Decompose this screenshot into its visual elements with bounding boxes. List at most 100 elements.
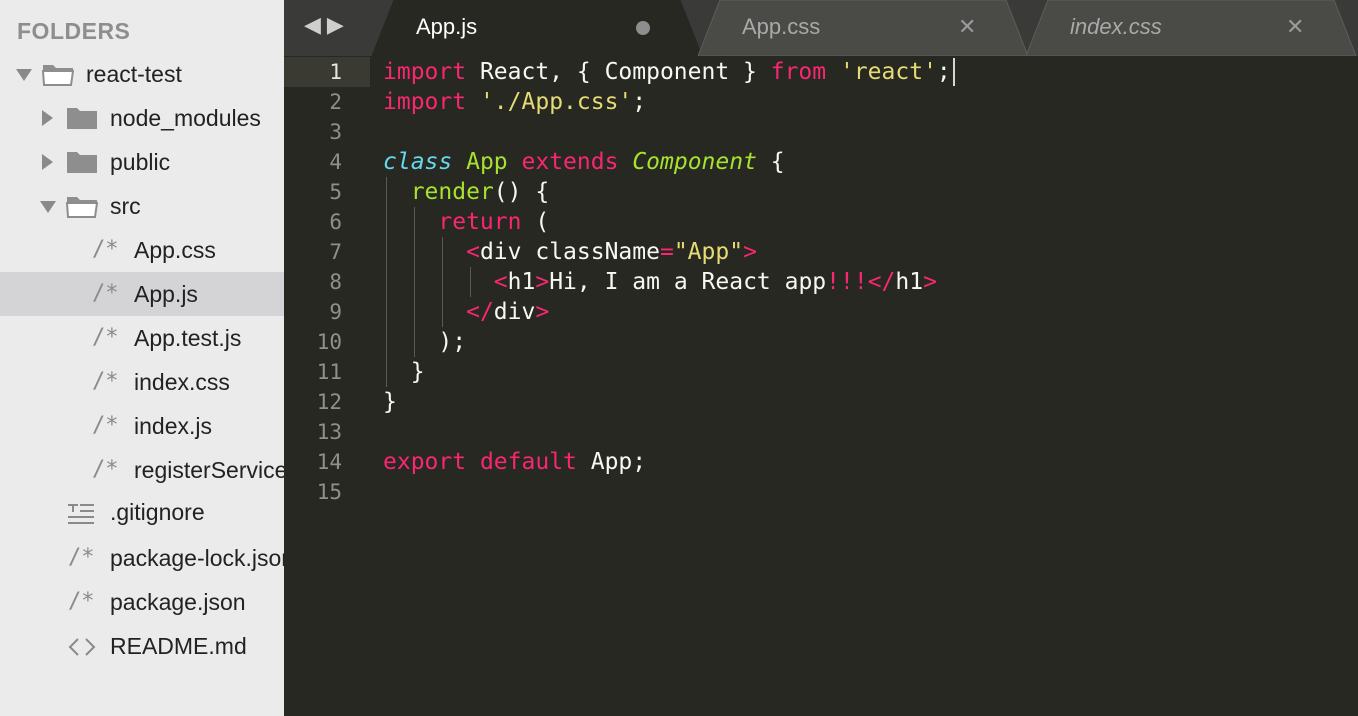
tree-item[interactable]: react-test bbox=[0, 52, 284, 96]
tree-item-label: public bbox=[110, 149, 171, 175]
tree-item-label: registerServiceWorker.js bbox=[134, 457, 284, 483]
code-token: h1 bbox=[895, 269, 924, 295]
code-token: Hi, I am a React app bbox=[549, 269, 827, 295]
code-token: default bbox=[479, 449, 577, 475]
tree-item[interactable]: .gitignore bbox=[0, 490, 284, 534]
tree-item[interactable]: /* App.js bbox=[0, 272, 284, 316]
code-file-icon: /* bbox=[92, 413, 119, 438]
tree-item-label: react-test bbox=[86, 61, 182, 87]
tree-item[interactable]: /* registerServiceWorker.js bbox=[0, 448, 284, 492]
code-token: </ bbox=[466, 299, 494, 325]
tree-item[interactable]: public bbox=[0, 140, 284, 184]
code-token: className bbox=[535, 239, 660, 265]
tab-app-js[interactable]: App.js bbox=[372, 0, 702, 56]
code-line: render() { bbox=[383, 177, 549, 207]
code-editor[interactable]: 1 2 3 4 5 6 7 8 9 10 11 12 13 14 15 import React, { Co… bbox=[284, 56, 1358, 716]
line-number: 9 bbox=[329, 300, 342, 324]
code-token: import bbox=[383, 59, 467, 85]
code-token: } bbox=[383, 359, 425, 385]
code-token: > bbox=[535, 299, 550, 325]
line-number: 4 bbox=[329, 150, 342, 174]
tree-item-label: node_modules bbox=[110, 105, 261, 131]
line-number: 13 bbox=[316, 420, 342, 444]
code-token: < bbox=[466, 239, 480, 265]
code-token: () { bbox=[493, 179, 550, 205]
code-file-icon: /* bbox=[92, 369, 119, 394]
code-line: <div className="App"> bbox=[383, 237, 757, 267]
code-token: App; bbox=[576, 449, 647, 475]
code-token: { bbox=[756, 149, 785, 175]
close-icon[interactable]: ✕ bbox=[1286, 14, 1304, 40]
line-number: 2 bbox=[329, 90, 342, 114]
code-line: } bbox=[383, 357, 425, 387]
close-icon[interactable]: ✕ bbox=[958, 14, 976, 40]
folder-open-icon bbox=[41, 62, 75, 86]
disclosure-open-icon[interactable] bbox=[40, 201, 56, 213]
tree-item-label: .gitignore bbox=[110, 499, 205, 525]
tree-item-label: package-lock.json bbox=[110, 545, 284, 571]
disclosure-closed-icon[interactable] bbox=[42, 154, 53, 170]
code-line: import './App.css'; bbox=[383, 87, 646, 117]
line-number: 12 bbox=[316, 390, 342, 414]
tab-app-css[interactable]: App.css ✕ bbox=[698, 0, 1028, 56]
code-token: !!!</ bbox=[826, 269, 896, 295]
tree-item[interactable]: /* package-lock.json bbox=[0, 536, 284, 580]
tree-item-label: App.test.js bbox=[134, 325, 242, 351]
tree-item[interactable]: /* package.json bbox=[0, 580, 284, 624]
tab-title: index.css bbox=[1070, 14, 1162, 39]
tree-item-label: index.css bbox=[134, 369, 230, 395]
sidebar: FOLDERS react-test node_modules public src /… bbox=[0, 0, 284, 716]
tree-item[interactable]: src bbox=[0, 184, 284, 228]
chevron-left-icon[interactable]: ◀ bbox=[304, 12, 327, 37]
code-token: extends bbox=[521, 149, 619, 175]
code-file-icon: /* bbox=[92, 281, 119, 306]
code-line: <h1>Hi, I am a React app!!!</h1> bbox=[383, 267, 937, 297]
code-file-icon: /* bbox=[68, 589, 95, 614]
code-token: ; bbox=[936, 59, 951, 85]
folders-header: FOLDERS bbox=[17, 18, 131, 44]
disclosure-open-icon[interactable] bbox=[16, 69, 32, 81]
tree-item[interactable]: README.md bbox=[0, 624, 284, 668]
code-token: 'react' bbox=[839, 59, 937, 85]
line-number: 8 bbox=[329, 270, 342, 294]
code-token: App bbox=[466, 149, 508, 175]
line-number: 1 bbox=[329, 60, 342, 84]
tree-item[interactable]: /* index.css bbox=[0, 360, 284, 404]
code-token: ); bbox=[383, 329, 467, 355]
indent-guide bbox=[386, 177, 387, 387]
tree-item-label: index.js bbox=[134, 413, 212, 439]
code-token: div bbox=[479, 239, 536, 265]
tab-title: App.css bbox=[742, 14, 821, 39]
tab-index-css[interactable]: index.css ✕ bbox=[1026, 0, 1356, 56]
code-token: > bbox=[535, 269, 550, 295]
code-token: } bbox=[383, 389, 397, 415]
tree-item[interactable]: node_modules bbox=[0, 96, 284, 140]
text-cursor bbox=[952, 58, 955, 86]
code-token: export bbox=[383, 449, 467, 475]
tree-item[interactable]: /* App.css bbox=[0, 228, 284, 272]
line-number-gutter: 1 2 3 4 5 6 7 8 9 10 11 12 13 14 15 bbox=[284, 56, 370, 716]
code-file-icon: /* bbox=[92, 237, 119, 262]
tree-item[interactable]: /* index.js bbox=[0, 404, 284, 448]
line-number: 14 bbox=[316, 450, 342, 474]
code-token: > bbox=[923, 269, 937, 295]
code-file-icon: /* bbox=[92, 325, 119, 350]
disclosure-closed-icon[interactable] bbox=[42, 110, 53, 126]
chevron-right-icon[interactable]: ▶ bbox=[327, 12, 350, 37]
tree-item-label: App.css bbox=[134, 237, 216, 263]
indent-guide bbox=[470, 267, 471, 297]
line-number: 7 bbox=[329, 240, 342, 264]
code-token: './App.css' bbox=[479, 89, 633, 115]
code-line: class App extends Component { bbox=[383, 147, 785, 177]
unsaved-dot-icon[interactable] bbox=[636, 21, 650, 35]
code-file-icon: /* bbox=[68, 545, 95, 570]
tree-item[interactable]: /* App.test.js bbox=[0, 316, 284, 360]
text-file-icon bbox=[68, 499, 96, 530]
